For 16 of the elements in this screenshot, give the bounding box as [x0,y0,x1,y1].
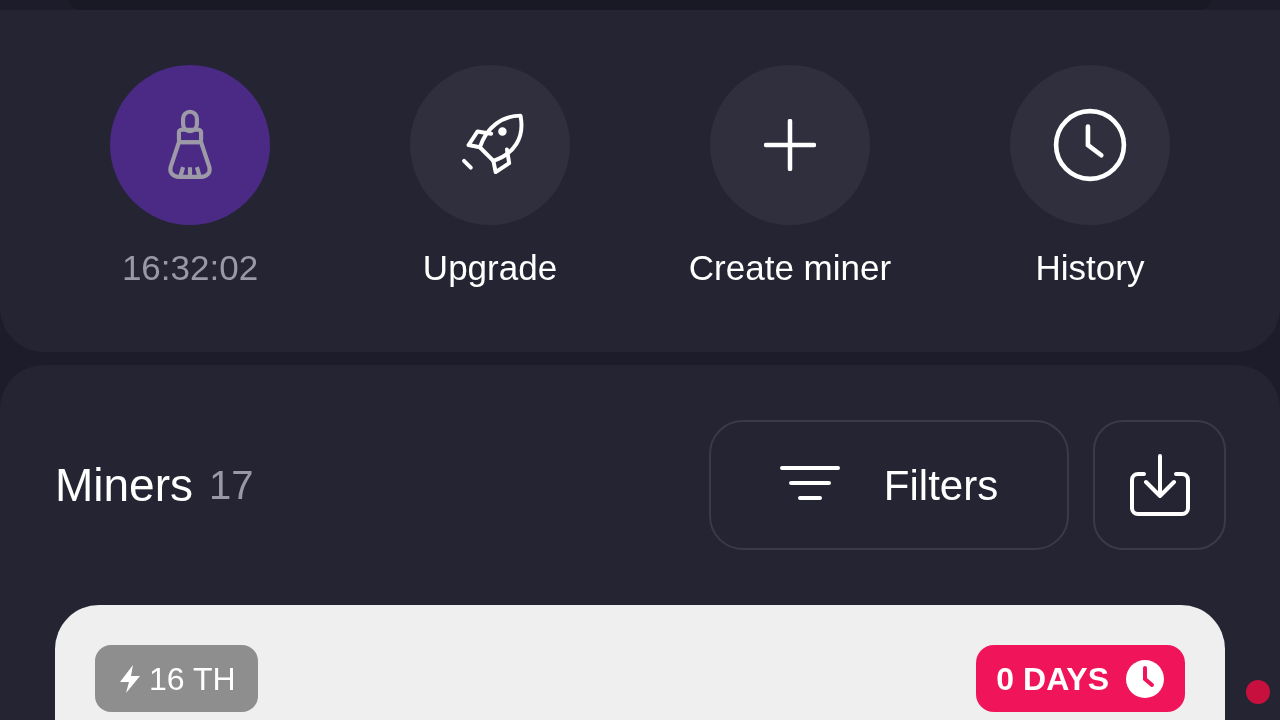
download-button[interactable] [1093,420,1226,550]
countdown-timer: 16:32:02 [121,247,259,289]
clock-icon [1053,108,1127,182]
miner-card[interactable]: 16 TH 0 DAYS [55,605,1225,720]
action-label: Upgrade [422,247,558,289]
section-title: Miners [55,457,194,513]
hashrate-badge: 16 TH [95,645,258,712]
plus-icon [764,119,816,171]
clock-icon [1125,658,1165,699]
lightning-icon [117,663,143,694]
miner-count: 17 [209,462,254,509]
expiry-badge: 0 DAYS [976,645,1185,712]
filters-button[interactable]: Filters [709,420,1069,550]
action-label: Create miner [688,247,892,289]
download-icon [1127,452,1192,518]
action-label: History [1035,247,1145,289]
